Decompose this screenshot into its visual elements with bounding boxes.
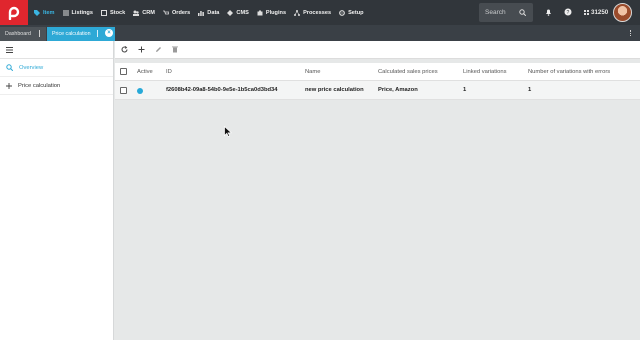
sidebar-item-overview[interactable]: Overview: [0, 59, 113, 77]
people-icon: [133, 10, 140, 16]
menu-item[interactable]: Item: [34, 0, 55, 25]
search-field[interactable]: Search: [479, 3, 533, 22]
pencil-icon: [156, 47, 161, 52]
column-header-id[interactable]: ID: [166, 69, 172, 75]
menu-item-label: Orders: [171, 9, 191, 16]
price-calculation-table: Active ID Name Calculated sales prices L…: [115, 63, 640, 100]
tab-label: Dashboard: [5, 31, 31, 37]
menu-item[interactable]: Setup: [339, 0, 364, 25]
select-all-checkbox[interactable]: [120, 68, 127, 75]
mouse-cursor-icon: [224, 126, 232, 137]
grid-icon: [584, 10, 589, 15]
menu-item[interactable]: Plugins: [257, 0, 286, 25]
cms-icon: [227, 9, 234, 16]
hamburger-icon[interactable]: [6, 46, 13, 53]
tab-menu-icon[interactable]: [630, 30, 631, 36]
row-variations-with-errors: 1: [528, 87, 532, 93]
menu-item-label: Item: [43, 9, 55, 16]
row-name: new price calculation: [305, 87, 364, 93]
active-status-dot: [137, 87, 143, 94]
main-menu: Item Listings Stock CRM Orders Data CMS: [34, 0, 372, 25]
plus-icon: [138, 46, 145, 53]
tag-icon: [34, 9, 40, 16]
add-button[interactable]: [138, 46, 145, 53]
menu-item-label: CMS: [236, 9, 249, 16]
help-icon[interactable]: ?: [564, 8, 572, 16]
row-checkbox[interactable]: [120, 87, 127, 94]
cart-icon: [162, 10, 170, 16]
avatar[interactable]: [613, 3, 632, 22]
tab-dashboard[interactable]: Dashboard: [0, 27, 46, 41]
menu-item-label: Plugins: [265, 9, 287, 16]
tab-divider: [39, 30, 40, 37]
sidebar-header: [0, 41, 113, 59]
row-id: f2608b42-09a8-54b0-9e5e-1b5ca0d3bd34: [166, 87, 278, 93]
menu-item-label: CRM: [142, 9, 155, 16]
top-navigation-bar: Item Listings Stock CRM Orders Data CMS: [0, 0, 640, 25]
bell-icon[interactable]: [545, 8, 552, 16]
sidebar-item-label: Overview: [19, 64, 44, 71]
sidebar-item-label: Price calculation: [18, 82, 61, 89]
row-linked-variations: 1: [463, 87, 467, 93]
menu-item-label: Data: [207, 9, 220, 16]
menu-item[interactable]: Orders: [162, 0, 191, 25]
search-placeholder: Search: [485, 9, 506, 16]
search-icon: [6, 64, 13, 71]
sidebar: Overview Price calculation: [0, 41, 114, 340]
process-icon: [294, 9, 301, 16]
svg-text:?: ?: [567, 10, 570, 16]
user-id-value: 31250: [591, 9, 609, 16]
action-toolbar: [115, 41, 640, 59]
column-header-linked-variations[interactable]: Linked variations: [463, 69, 507, 75]
tab-label: Price calculation: [52, 31, 91, 37]
refresh-icon: [121, 46, 128, 53]
menu-item-label: Processes: [303, 9, 332, 16]
table-header: Active ID Name Calculated sales prices L…: [115, 63, 640, 81]
menu-item-label: Stock: [109, 9, 126, 16]
trash-icon: [172, 46, 178, 53]
menu-item[interactable]: Stock: [100, 0, 126, 25]
delete-button[interactable]: [172, 46, 178, 53]
refresh-button[interactable]: [121, 46, 128, 53]
column-header-name[interactable]: Name: [305, 69, 320, 75]
data-icon: [198, 10, 205, 16]
plus-icon: [6, 82, 12, 89]
menu-item[interactable]: CMS: [227, 0, 249, 25]
menu-item[interactable]: Listings: [62, 0, 93, 25]
box-icon: [100, 9, 107, 16]
search-icon: [519, 9, 526, 16]
gear-icon: [339, 9, 345, 16]
column-header-variations-with-errors[interactable]: Number of variations with errors: [528, 69, 610, 75]
plenty-logo[interactable]: [0, 0, 28, 25]
menu-item[interactable]: Data: [198, 0, 219, 25]
row-calculated-prices: Price, Amazon: [378, 87, 418, 93]
list-icon: [62, 10, 69, 16]
tab-divider: [97, 30, 98, 37]
menu-item[interactable]: CRM: [133, 0, 155, 25]
table-row[interactable]: f2608b42-09a8-54b0-9e5e-1b5ca0d3bd34 new…: [115, 81, 640, 100]
column-header-calculated-sales-prices[interactable]: Calculated sales prices: [378, 69, 438, 75]
menu-item-label: Setup: [348, 9, 364, 16]
edit-button[interactable]: [155, 46, 162, 53]
user-id: 31250: [584, 9, 608, 16]
menu-item-label: Listings: [71, 9, 93, 16]
tab-bar: Dashboard Price calculation ×: [0, 25, 640, 41]
puzzle-icon: [257, 9, 263, 16]
close-tab-button[interactable]: ×: [105, 29, 113, 37]
menu-item[interactable]: Processes: [294, 0, 331, 25]
sidebar-item-price-calculation[interactable]: Price calculation: [0, 77, 113, 95]
column-header-active[interactable]: Active: [137, 69, 153, 75]
